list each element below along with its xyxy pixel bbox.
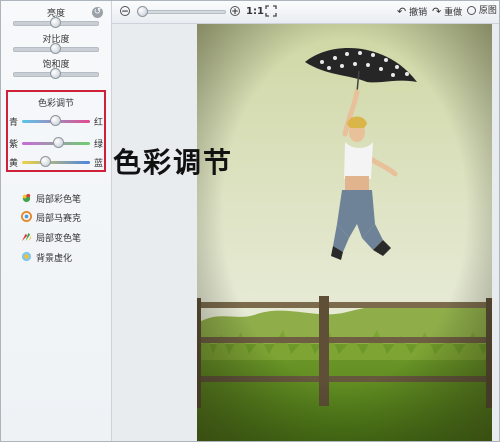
image-canvas[interactable]: [112, 24, 499, 441]
contrast-slider[interactable]: [13, 43, 99, 54]
zoom-thumb[interactable]: [137, 6, 149, 17]
magenta-label: 紫: [9, 140, 19, 150]
contrast-thumb[interactable]: [50, 43, 61, 54]
zoom-out-icon: −: [120, 5, 130, 17]
cyan-red-row: 青 红: [8, 114, 104, 128]
adjustment-panel: ↺ 亮度 对比度 饱和度 色彩调节 青 红 紫 绿 黄 蓝 局部彩色笔 局部马赛…: [1, 1, 112, 441]
contrast-adjust: 对比度: [1, 32, 111, 54]
zoom-in-button[interactable]: +: [230, 5, 240, 18]
yellow-blue-thumb[interactable]: [39, 156, 51, 167]
redo-icon: ↷: [432, 5, 442, 18]
tool-color-brush-label: 局部彩色笔: [36, 195, 82, 205]
fit-screen-button[interactable]: [265, 5, 277, 18]
saturation-slider[interactable]: [13, 68, 99, 79]
zoom-slider[interactable]: [137, 6, 226, 17]
brightness-slider[interactable]: [13, 17, 99, 28]
blue-label: 蓝: [93, 159, 103, 169]
color-balance-section: 色彩调节 青 红 紫 绿 黄 蓝: [6, 90, 106, 172]
redo-label: 重做: [444, 8, 463, 18]
zoom-in-icon: +: [230, 5, 240, 17]
photo-editor-window: ↺ 亮度 对比度 饱和度 色彩调节 青 红 紫 绿 黄 蓝 局部彩色笔 局部马赛…: [0, 0, 500, 442]
cyan-red-thumb[interactable]: [50, 115, 61, 126]
red-label: 红: [93, 118, 103, 128]
original-button[interactable]: 原图: [467, 5, 497, 18]
brightness-thumb[interactable]: [50, 17, 61, 28]
redo-button[interactable]: ↷ 重做: [432, 5, 462, 18]
zoom-out-button[interactable]: −: [120, 5, 130, 18]
color-brush-icon: [22, 193, 31, 203]
cyan-red-slider[interactable]: [22, 115, 90, 126]
brightness-adjust: 亮度: [1, 6, 111, 28]
original-label: 原图: [478, 6, 497, 16]
saturation-adjust: 饱和度: [1, 57, 111, 79]
original-icon: [467, 6, 476, 15]
photo-preview: [197, 24, 492, 441]
mosaic-icon: [21, 211, 32, 222]
saturation-thumb[interactable]: [50, 68, 61, 79]
tool-mosaic-label: 局部马赛克: [36, 214, 82, 224]
cyan-label: 青: [9, 118, 19, 128]
yellow-blue-row: 黄 蓝: [8, 155, 104, 169]
fit-screen-icon: [265, 5, 277, 17]
yellow-label: 黄: [9, 159, 19, 169]
tool-background-blur-label: 背景虚化: [36, 254, 73, 264]
recolor-brush-icon: [21, 232, 32, 242]
yellow-blue-slider[interactable]: [22, 156, 90, 167]
magenta-green-thumb[interactable]: [53, 137, 65, 148]
color-balance-title: 色彩调节: [37, 99, 74, 109]
tool-recolor-brush-label: 局部变色笔: [36, 234, 82, 244]
blur-icon: [21, 251, 32, 262]
photo-image: [197, 24, 492, 441]
undo-label: 撤销: [409, 8, 428, 18]
actual-size-button[interactable]: 1:1: [246, 5, 264, 18]
undo-icon: ↶: [397, 5, 407, 18]
undo-button[interactable]: ↶ 撤销: [397, 5, 427, 18]
magenta-green-row: 紫 绿: [8, 136, 104, 150]
color-balance-caption: 色彩调节: [113, 146, 234, 179]
magenta-green-slider[interactable]: [22, 137, 90, 148]
green-label: 绿: [93, 140, 103, 150]
top-toolbar: − + 1:1 ↶ 撤销 ↷ 重做 原图: [112, 1, 499, 24]
